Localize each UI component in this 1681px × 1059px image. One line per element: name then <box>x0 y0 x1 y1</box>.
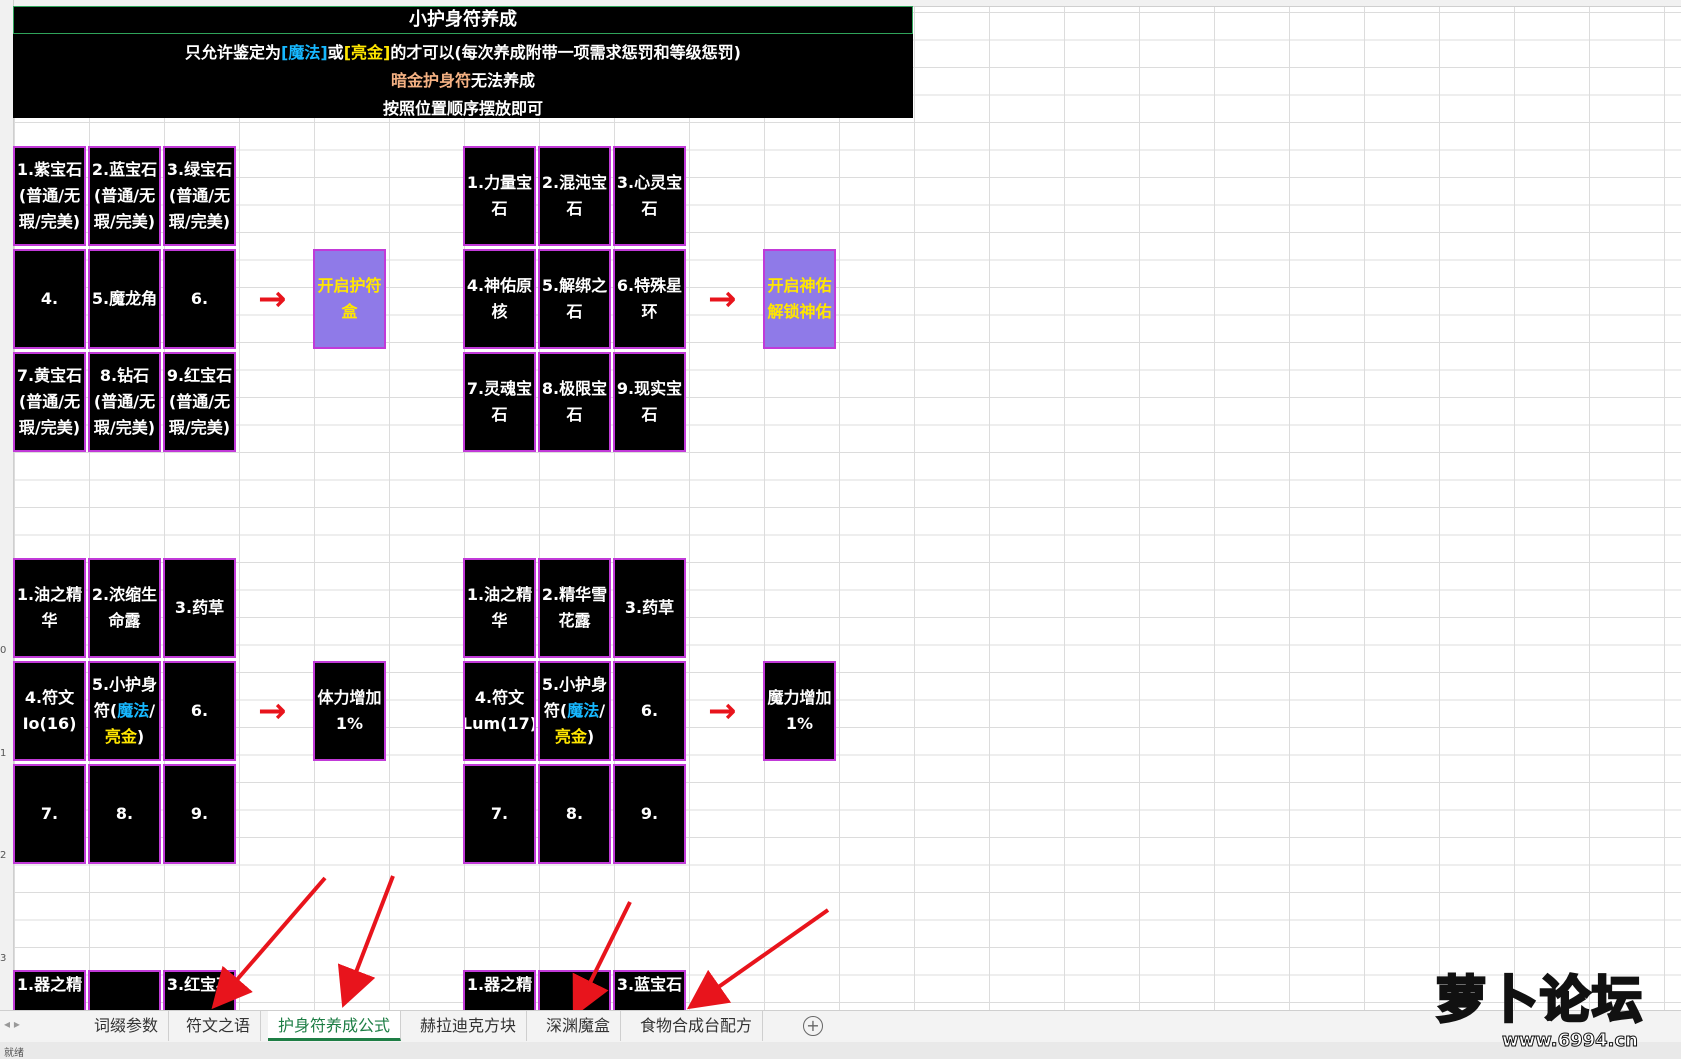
recipe-cell[interactable]: 2.浓缩生命露 <box>88 558 161 658</box>
cell5-close: ) <box>136 727 145 746</box>
row-number: 0 <box>0 645 7 656</box>
cell5-gold: 亮金 <box>554 727 587 746</box>
arrow-right-icon: → <box>708 279 737 319</box>
recipe-cell[interactable]: 2.精华雪花露 <box>538 558 611 658</box>
row-number: 3 <box>0 953 7 964</box>
recipe-cell[interactable]: 6. <box>163 249 236 349</box>
rule-magic: [魔法] <box>281 43 328 62</box>
cell5-gold: 亮金 <box>104 727 137 746</box>
recipe-cell-partial[interactable] <box>88 970 161 1015</box>
recipe-cell-partial[interactable] <box>538 970 611 1015</box>
sheet-title[interactable]: 小护身符养成 <box>13 6 913 34</box>
arrow-right-icon: → <box>258 691 287 731</box>
title-block[interactable]: 小护身符养成 只允许鉴定为[魔法]或[亮金]的才可以(每次养成附带一项需求惩罚和… <box>13 6 913 118</box>
cell5-magic: 魔法 <box>567 701 600 720</box>
recipe-cell[interactable]: 8. <box>538 764 611 864</box>
recipe-cell[interactable]: 4.神佑原核 <box>463 249 536 349</box>
recipe-result[interactable]: 开启神佑解锁神佑 <box>763 249 836 349</box>
recipe-cell-partial[interactable]: 3.蓝宝石 <box>613 970 686 1015</box>
recipe-cell[interactable]: 3.药草 <box>613 558 686 658</box>
recipe-cell[interactable]: 8. <box>88 764 161 864</box>
rule-suffix: 的才可以(每次养成附带一项需求惩罚和等级惩罚) <box>390 43 741 62</box>
cell5-magic: 魔法 <box>117 701 150 720</box>
rule-line-3: 按照位置顺序摆放即可 <box>382 99 543 118</box>
recipe-cell[interactable]: 4.符文Lum(17) <box>463 661 536 761</box>
recipe-cell[interactable]: 8.极限宝石 <box>538 352 611 452</box>
watermark-text: 萝卜论坛 <box>1435 970 1644 1031</box>
recipe-cell[interactable]: 5.小护身符(魔法/亮金) <box>538 661 611 761</box>
row-number: 2 <box>0 850 7 861</box>
rule-or: 或 <box>327 43 344 62</box>
tab-abyss-box[interactable]: 深渊魔盒 <box>536 1011 622 1041</box>
watermark-logo: 萝卜论坛 www.6994.cn <box>1432 960 1677 1055</box>
recipe-cell[interactable]: 9. <box>613 764 686 864</box>
recipe-cell[interactable]: 7.灵魂宝石 <box>463 352 536 452</box>
recipe-cell[interactable]: 7. <box>463 764 536 864</box>
recipe-cell[interactable]: 5.解绑之石 <box>538 249 611 349</box>
tab-amulet-formula[interactable]: 护身符养成公式 <box>268 1011 402 1041</box>
recipe-cell-partial[interactable]: 1.器之精 <box>13 970 86 1015</box>
tab-scroll-arrows-icon[interactable]: ◂ ▸ <box>4 1017 20 1031</box>
row-header-strip[interactable]: 0 1 2 3 <box>0 0 14 1010</box>
rule-line-1: 只允许鉴定为[魔法]或[亮金]的才可以(每次养成附带一项需求惩罚和等级惩罚) <box>13 39 913 63</box>
recipe-cell[interactable]: 2.混沌宝石 <box>538 146 611 246</box>
recipe-result[interactable]: 魔力增加1% <box>763 661 836 761</box>
sheet-tab-bar: ◂ ▸ 词缀参数 符文之语 护身符养成公式 赫拉迪克方块 深渊魔盒 食物合成台配… <box>0 1010 1681 1043</box>
recipe-cell[interactable]: 9. <box>163 764 236 864</box>
recipe-cell[interactable]: 7.黄宝石(普通/无瑕/完美) <box>13 352 86 452</box>
rule-unique-suffix: 无法养成 <box>471 71 536 90</box>
rule-prefix: 只允许鉴定为 <box>185 43 282 62</box>
recipe-cell[interactable]: 9.现实宝石 <box>613 352 686 452</box>
recipe-cell[interactable]: 3.药草 <box>163 558 236 658</box>
recipe-cell-partial[interactable]: 3.红宝石 <box>163 970 236 1015</box>
recipe-cell[interactable]: 1.油之精华 <box>13 558 86 658</box>
cell5-close: ) <box>586 727 595 746</box>
recipe-cell[interactable]: 2.蓝宝石(普通/无瑕/完美) <box>88 146 161 246</box>
arrow-right-icon: → <box>708 691 737 731</box>
cell5-slash: / <box>599 701 606 720</box>
recipe-cell[interactable]: 3.绿宝石(普通/无瑕/完美) <box>163 146 236 246</box>
recipe-cell[interactable]: 4. <box>13 249 86 349</box>
watermark-url: www.6994.cn <box>1502 1030 1639 1052</box>
recipe-cell[interactable]: 1.油之精华 <box>463 558 536 658</box>
recipe-cell[interactable]: 5.魔龙角 <box>88 249 161 349</box>
recipe-cell[interactable]: 6. <box>613 661 686 761</box>
recipe-cell[interactable]: 7. <box>13 764 86 864</box>
recipe-result[interactable]: 体力增加1% <box>313 661 386 761</box>
recipe-cell[interactable]: 5.小护身符(魔法/亮金) <box>88 661 161 761</box>
recipe-cell[interactable]: 3.心灵宝石 <box>613 146 686 246</box>
recipe-cell[interactable]: 1.力量宝石 <box>463 146 536 246</box>
tab-horadric-cube[interactable]: 赫拉迪克方块 <box>410 1011 528 1041</box>
recipe-cell[interactable]: 1.紫宝石(普通/无瑕/完美) <box>13 146 86 246</box>
rule-gold: [亮金] <box>343 43 391 62</box>
recipe-cell[interactable]: 4.符文Io(16) <box>13 661 86 761</box>
rule-unique: 暗金护身符 <box>390 71 471 90</box>
recipe-cell-partial[interactable]: 1.器之精 <box>463 970 536 1015</box>
recipe-cell[interactable]: 8.钻石(普通/无瑕/完美) <box>88 352 161 452</box>
row-number: 1 <box>0 748 7 759</box>
status-bar: 就绪 <box>0 1042 1681 1059</box>
cell5-slash: / <box>149 701 156 720</box>
rule-line-2: 暗金护身符无法养成 <box>13 67 913 91</box>
status-text: 就绪 <box>4 1048 24 1059</box>
spreadsheet-grid[interactable] <box>0 0 1681 1010</box>
recipe-cell[interactable]: 6.特殊星环 <box>613 249 686 349</box>
recipe-result[interactable]: 开启护符盒 <box>313 249 386 349</box>
tab-food-crafting[interactable]: 食物合成台配方 <box>630 1011 764 1041</box>
recipe-cell[interactable]: 6. <box>163 661 236 761</box>
recipe-cell[interactable]: 9.红宝石(普通/无瑕/完美) <box>163 352 236 452</box>
arrow-right-icon: → <box>258 279 287 319</box>
tab-affix-params[interactable]: 词缀参数 <box>84 1011 170 1041</box>
add-sheet-button[interactable]: + <box>803 1016 823 1036</box>
tab-runewords[interactable]: 符文之语 <box>176 1011 262 1041</box>
